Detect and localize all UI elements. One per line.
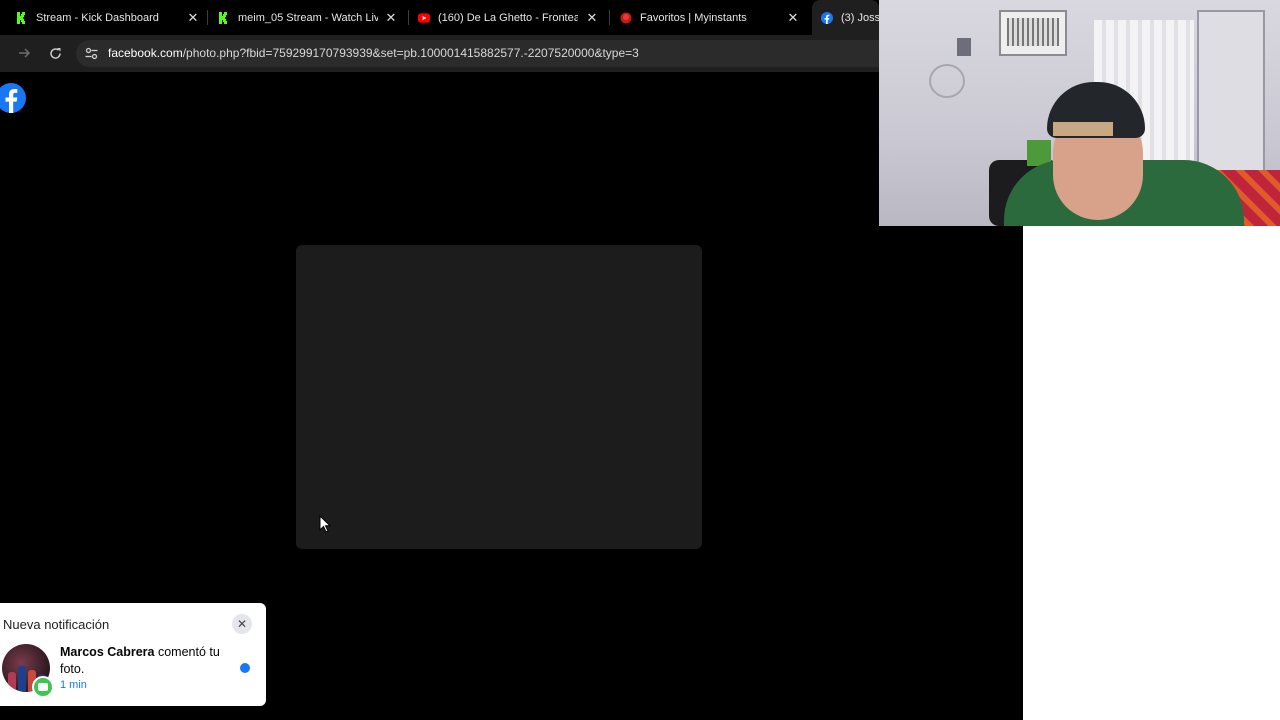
unread-indicator [240,663,250,673]
tab-facebook[interactable]: (3) Jossu [812,0,879,35]
tab-title: (160) De La Ghetto - Fronteamo [438,11,578,24]
notification-toast[interactable]: Nueva notificación ✕ Marcos Cabrera come… [0,603,266,706]
url-path: /photo.php?fbid=759299170793939&set=pb.1… [182,46,639,60]
url-host: facebook.com [108,46,183,60]
facebook-logo-icon[interactable] [0,82,27,114]
notification-time: 1 min [60,679,87,691]
tab-close-icon[interactable]: ✕ [786,10,800,24]
tab-youtube[interactable]: (160) De La Ghetto - Fronteamo ✕ [418,0,599,35]
side-panel [1023,226,1280,720]
tab-myinstants[interactable]: Favoritos | Myinstants ✕ [620,0,800,35]
tab-close-icon[interactable]: ✕ [186,10,200,24]
tab-divider [408,10,409,25]
tab-title: (3) Jossu [841,11,879,24]
tab-title: Favoritos | Myinstants [640,11,747,24]
reload-icon[interactable] [46,44,64,62]
kick-icon [218,11,230,24]
url-bar[interactable]: facebook.com/photo.php?fbid=759299170793… [76,40,879,67]
forward-icon[interactable] [15,44,33,62]
tab-title: meim_05 Stream - Watch Live o [238,11,378,24]
tab-kick-stream[interactable]: meim_05 Stream - Watch Live o ✕ [218,0,398,35]
youtube-icon [418,12,430,24]
tab-close-icon[interactable]: ✕ [585,10,599,24]
tab-kick-dashboard[interactable]: Stream - Kick Dashboard ✕ [16,0,200,35]
notification-message[interactable]: Marcos Cabrera comentó tu foto. [60,644,230,678]
notification-title: Nueva notificación [3,617,110,632]
myinstants-icon [620,12,632,24]
site-settings-icon[interactable] [84,46,99,61]
tab-divider [207,10,208,25]
webcam-overlay [879,0,1280,226]
photo-loading-placeholder [296,245,702,549]
tab-title: Stream - Kick Dashboard [36,11,159,24]
kick-icon [16,11,28,24]
tab-divider [609,10,610,25]
mouse-cursor-icon [319,514,332,533]
tab-close-icon[interactable]: ✕ [384,10,398,24]
browser-toolbar: facebook.com/photo.php?fbid=759299170793… [0,35,879,72]
url-text[interactable]: facebook.com/photo.php?fbid=759299170793… [108,46,639,60]
browser-tab-strip: Stream - Kick Dashboard ✕ meim_05 Stream… [0,0,879,35]
notification-user: Marcos Cabrera [60,645,155,659]
comment-icon [32,676,54,698]
facebook-icon [821,11,833,24]
close-icon[interactable]: ✕ [232,614,252,634]
